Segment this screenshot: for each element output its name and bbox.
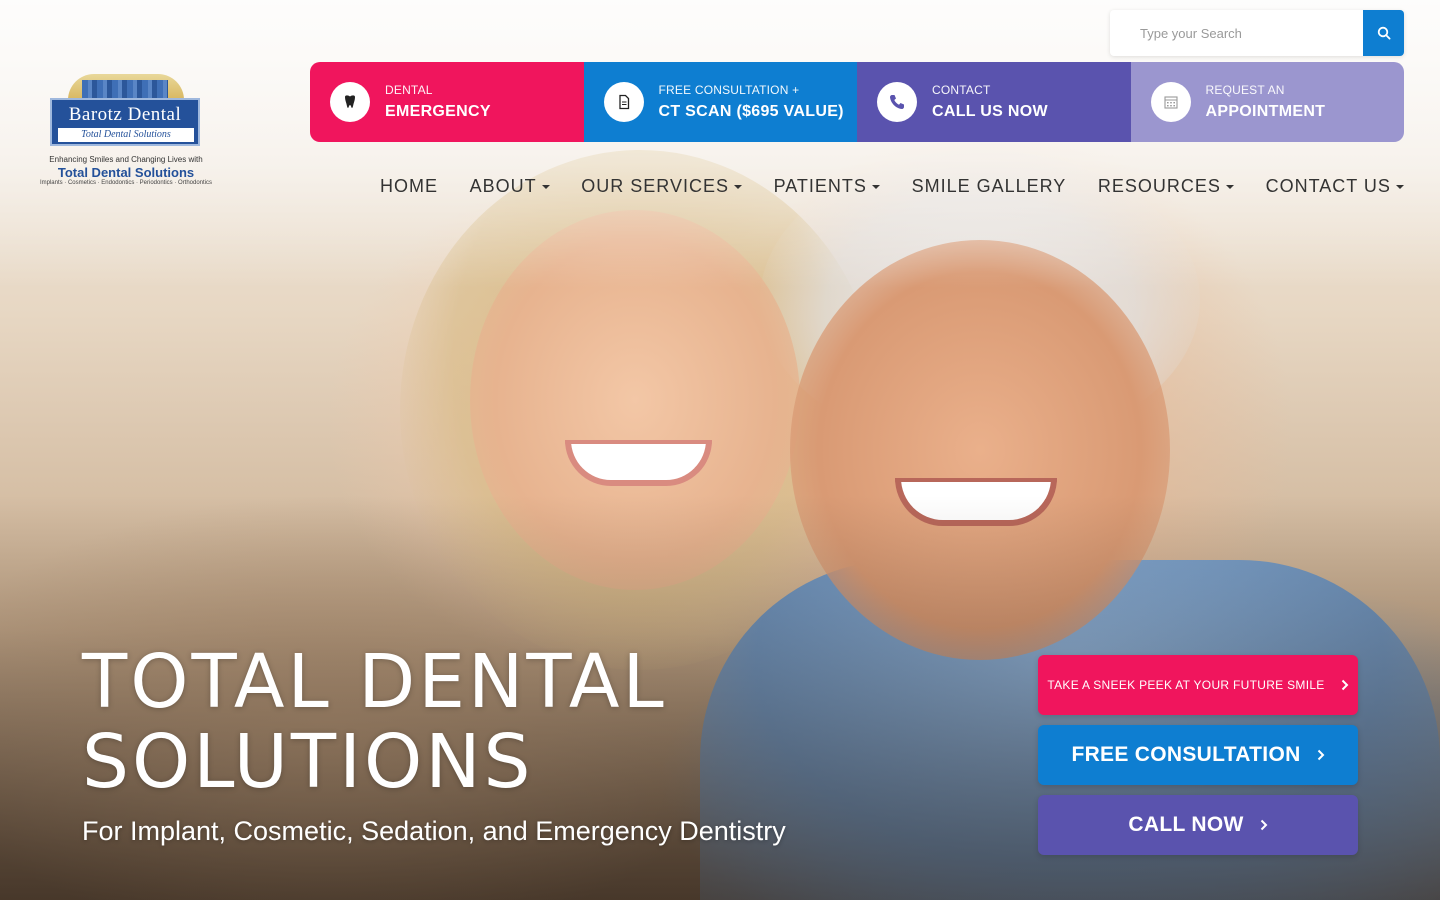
search-button[interactable] [1363,10,1404,56]
hero-title-line-2: SOLUTIONS [82,719,534,805]
search-input[interactable] [1110,10,1362,56]
calendar-icon [1150,82,1191,122]
hero-title-line-1: TOTAL DENTAL [82,639,667,725]
dental-emergency-button[interactable]: DENTAL EMERGENCY [310,62,584,142]
nav-item-label: RESOURCES [1097,175,1221,196]
hero-title: TOTAL DENTAL SOLUTIONS [82,642,902,802]
caret-down-icon [541,185,550,189]
quick-action-small-label: FREE CONSULTATION + [658,83,800,97]
quick-action-label: APPOINTMENT [1205,103,1326,120]
caret-down-icon [1395,185,1404,189]
nav-item-resources[interactable]: RESOURCES [1098,172,1234,200]
nav-item-label: OUR SERVICES [581,175,729,196]
quick-action-small-label: CONTACT [932,83,991,97]
caret-down-icon [1225,185,1234,189]
cta-label: TAKE A SNEEK PEEK AT YOUR FUTURE SMILE [1047,678,1325,692]
quick-action-bar: DENTAL EMERGENCY FREE CONSULTATION + CT … [310,62,1404,142]
chevron-right-icon [1260,819,1268,831]
quick-action-label: CALL US NOW [932,103,1048,120]
nav-item-about[interactable]: ABOUT [470,172,550,200]
future-smile-button[interactable]: TAKE A SNEEK PEEK AT YOUR FUTURE SMILE [1038,655,1358,715]
call-now-button[interactable]: CALL NOW [1038,795,1358,855]
quick-action-small-label: REQUEST AN [1205,83,1285,97]
nav-item-home[interactable]: HOME [380,172,438,200]
logo-specialties: Implants · Cosmetics · Endodontics · Per… [39,180,213,186]
logo-slogan-emphasis: Total Dental Solutions [57,165,195,180]
call-us-now-button[interactable]: CONTACT CALL US NOW [857,62,1131,142]
nav-item-label: CONTACT US [1265,175,1391,196]
nav-item-our-services[interactable]: OUR SERVICES [581,172,742,200]
logo-slogan: Enhancing Smiles and Changing Lives with [49,155,203,164]
logo-plate: Barotz Dental Total Dental Solutions [50,98,200,146]
free-consultation-ct-scan-button[interactable]: FREE CONSULTATION + CT SCAN ($695 VALUE) [583,62,857,142]
hero-subtitle: For Implant, Cosmetic, Sedation, and Eme… [82,816,786,846]
caret-down-icon [733,185,742,189]
logo-buildings [82,80,168,100]
phone-icon [877,82,917,122]
caret-down-icon [871,185,880,189]
nav-item-smile-gallery[interactable]: SMILE GALLERY [912,172,1067,200]
cta-label: CALL NOW [1128,813,1244,836]
nav-item-label: SMILE GALLERY [911,175,1067,196]
nav-item-contact-us[interactable]: CONTACT US [1266,172,1404,200]
tooth-icon [330,82,370,122]
quick-action-label: EMERGENCY [385,103,491,120]
chevron-right-icon [1341,679,1349,691]
site-logo[interactable]: Barotz Dental Total Dental Solutions Enh… [34,70,218,190]
chevron-right-icon [1317,749,1325,761]
main-navigation: HOME ABOUT OUR SERVICES PATIENTS SMILE G… [380,172,1404,200]
quick-action-label: CT SCAN ($695 VALUE) [658,103,844,120]
quick-action-small-label: DENTAL [385,83,433,97]
nav-item-label: PATIENTS [773,175,867,196]
search-box [1110,10,1404,56]
search-icon [1377,26,1391,40]
cta-label: FREE CONSULTATION [1071,743,1301,766]
nav-item-label: ABOUT [469,175,537,196]
free-consultation-button[interactable]: FREE CONSULTATION [1038,725,1358,785]
nav-item-label: HOME [380,175,438,196]
logo-tagline: Total Dental Solutions [58,128,194,142]
request-appointment-button[interactable]: REQUEST AN APPOINTMENT [1130,62,1404,142]
logo-name: Barotz Dental [68,104,182,125]
document-icon [603,82,644,122]
nav-item-patients[interactable]: PATIENTS [774,172,880,200]
